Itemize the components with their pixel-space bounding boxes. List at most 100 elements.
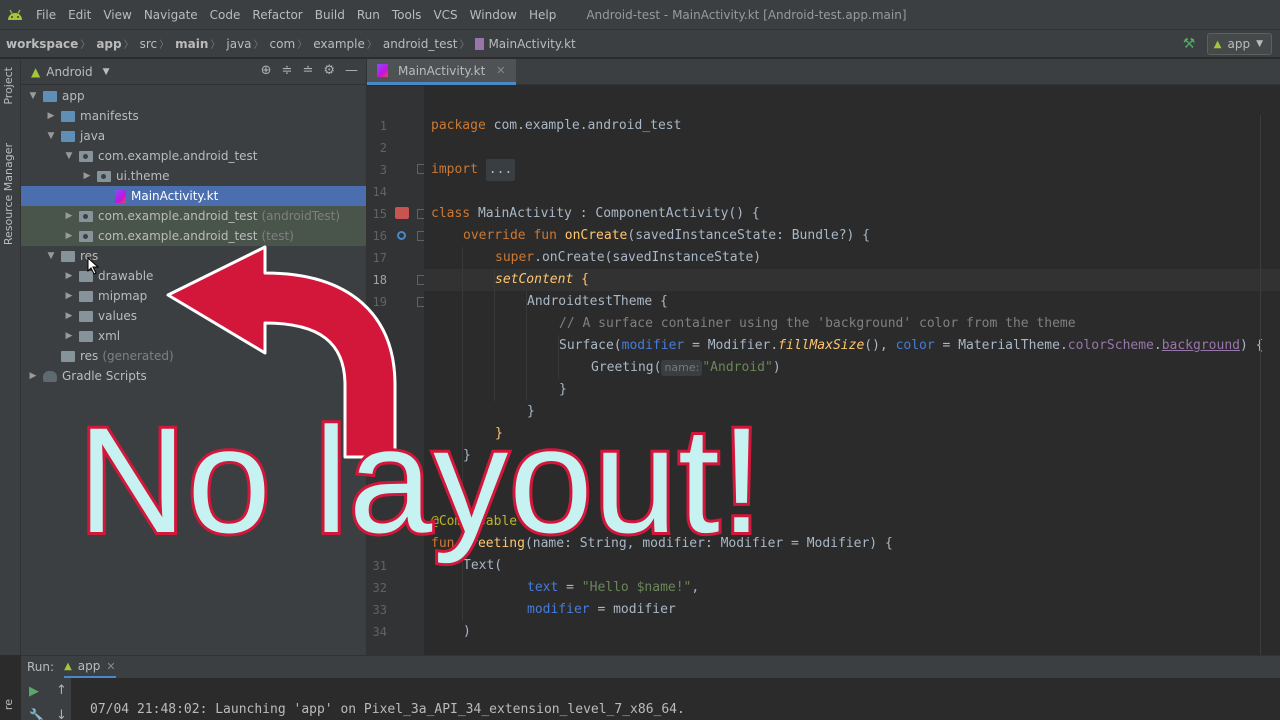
tab-bottom[interactable]: re bbox=[2, 699, 15, 710]
tree-item-suffix: (test) bbox=[261, 229, 294, 243]
chevron-right-icon[interactable]: ▶ bbox=[63, 271, 75, 281]
play-icon[interactable]: ▶ bbox=[29, 684, 39, 699]
menu-tools[interactable]: Tools bbox=[386, 0, 428, 30]
breadcrumb-java[interactable]: java bbox=[220, 37, 253, 51]
tree-item-ui-theme[interactable]: ▶ ui.theme bbox=[21, 166, 366, 186]
package-icon bbox=[79, 210, 93, 222]
menu-code[interactable]: Code bbox=[204, 0, 247, 30]
menu-refactor[interactable]: Refactor bbox=[246, 0, 308, 30]
gear-icon[interactable]: ⚙ bbox=[323, 63, 335, 78]
close-icon[interactable]: ✕ bbox=[496, 64, 505, 77]
chevron-down-icon[interactable]: ▼ bbox=[27, 91, 39, 101]
tab-project[interactable]: Project bbox=[2, 67, 15, 105]
folder-icon bbox=[61, 130, 75, 142]
override-gutter-icon[interactable] bbox=[397, 231, 406, 240]
tree-item-package-androidtest[interactable]: ▶ com.example.android_test (androidTest) bbox=[21, 206, 366, 226]
menu-run[interactable]: Run bbox=[351, 0, 386, 30]
run-toolbar: ▶ ↑ 🔧 ↓ bbox=[21, 678, 71, 720]
tree-item-manifests[interactable]: ▶ manifests bbox=[21, 106, 366, 126]
locate-icon[interactable]: ⊕ bbox=[261, 63, 272, 78]
line-number: 16 bbox=[372, 229, 387, 243]
breadcrumb-app[interactable]: app bbox=[90, 37, 123, 51]
run-gutter-icon[interactable] bbox=[395, 207, 409, 219]
project-view-selector[interactable]: Android bbox=[46, 65, 92, 79]
tab-bottom-label: re bbox=[2, 699, 15, 711]
folder-icon bbox=[61, 110, 75, 122]
tree-item-label: com.example.android_test bbox=[98, 209, 258, 223]
chevron-down-icon[interactable]: ▼ bbox=[103, 67, 110, 77]
run-tab-app[interactable]: ▲ app ✕ bbox=[64, 656, 116, 678]
breadcrumb-example[interactable]: example bbox=[307, 37, 367, 51]
breadcrumb-workspace[interactable]: workspace bbox=[0, 37, 80, 51]
editor-tab-bar: MainActivity.kt ✕ bbox=[367, 59, 1280, 85]
chevron-down-icon[interactable]: ▼ bbox=[45, 131, 57, 141]
chevron-right-icon[interactable]: ▶ bbox=[63, 291, 75, 301]
minimize-icon[interactable]: — bbox=[345, 63, 358, 78]
menu-bar: File Edit View Navigate Code Refactor Bu… bbox=[0, 0, 1280, 30]
hammer-icon[interactable]: ⚒ bbox=[1183, 36, 1199, 52]
chevron-right-icon[interactable]: ▶ bbox=[63, 331, 75, 341]
overlay-caption: No layout! bbox=[75, 396, 765, 564]
chevron-right-icon[interactable]: ▶ bbox=[63, 211, 75, 221]
breadcrumb-main[interactable]: main bbox=[169, 37, 210, 51]
gutter-top-padding bbox=[367, 86, 424, 115]
code-line-17: super.onCreate(savedInstanceState) bbox=[495, 250, 762, 265]
menu-vcs[interactable]: VCS bbox=[427, 0, 463, 30]
breadcrumb-android-test[interactable]: android_test bbox=[377, 37, 460, 51]
chevron-down-icon[interactable]: ▼ bbox=[63, 151, 75, 161]
module-folder-icon bbox=[43, 90, 57, 102]
menu-file[interactable]: File bbox=[30, 0, 62, 30]
breadcrumb-com[interactable]: com bbox=[264, 37, 298, 51]
wrench-icon[interactable]: 🔧 bbox=[29, 708, 44, 720]
run-toolbar-right: ⚒ ▲ app ▼ bbox=[1183, 33, 1272, 55]
tree-item-label: mipmap bbox=[98, 289, 148, 303]
chevron-right-icon[interactable]: ▶ bbox=[63, 231, 75, 241]
indent-guide bbox=[462, 577, 463, 621]
chevron-right-icon[interactable]: ▶ bbox=[63, 311, 75, 321]
code-editor[interactable]: package com.example.android_test import … bbox=[424, 115, 1280, 655]
breadcrumb: workspace 〉 app 〉 src 〉 main 〉 java 〉 com 〉 ex… bbox=[0, 30, 1280, 58]
menu-help[interactable]: Help bbox=[523, 0, 562, 30]
package-icon bbox=[79, 150, 93, 162]
chevron-down-icon[interactable]: ▼ bbox=[45, 251, 57, 261]
code-line-19: AndroidtestTheme { bbox=[527, 294, 668, 309]
code-line-34: ) bbox=[463, 624, 471, 639]
tree-item-mainactivity[interactable]: MainActivity.kt bbox=[21, 186, 366, 206]
tab-resource-manager[interactable]: Resource Manager bbox=[2, 143, 15, 245]
menu-view[interactable]: View bbox=[97, 0, 137, 30]
kotlin-file-icon bbox=[377, 64, 388, 77]
expand-all-icon[interactable]: ≑ bbox=[282, 63, 293, 78]
breadcrumb-mainactivity[interactable]: MainActivity.kt bbox=[469, 37, 577, 51]
tree-item-package-test[interactable]: ▶ com.example.android_test (test) bbox=[21, 226, 366, 246]
arrow-up-icon[interactable]: ↑ bbox=[56, 683, 67, 698]
line-number: 34 bbox=[372, 625, 387, 639]
tree-item-package-main[interactable]: ▼ com.example.android_test bbox=[21, 146, 366, 166]
close-icon[interactable]: ✕ bbox=[106, 660, 115, 673]
breadcrumb-mainactivity-label: MainActivity.kt bbox=[488, 36, 576, 51]
android-studio-logo-icon bbox=[0, 0, 30, 30]
chevron-right-icon[interactable]: ▶ bbox=[45, 111, 57, 121]
line-number: 1 bbox=[379, 119, 387, 133]
line-number: 32 bbox=[372, 581, 387, 595]
breadcrumb-src[interactable]: src bbox=[134, 37, 160, 51]
collapse-all-icon[interactable]: ≐ bbox=[302, 63, 313, 78]
editor-top-padding bbox=[367, 86, 1280, 115]
menu-window[interactable]: Window bbox=[464, 0, 523, 30]
line-number: 14 bbox=[372, 185, 387, 199]
chevron-right-icon[interactable]: ▶ bbox=[81, 171, 93, 181]
kotlin-file-icon bbox=[475, 37, 485, 50]
chevron-right-icon[interactable]: ▶ bbox=[27, 371, 39, 381]
tree-item-java[interactable]: ▼ java bbox=[21, 126, 366, 146]
chevron-right-icon: 〉 bbox=[210, 40, 221, 51]
tree-item-app[interactable]: ▼ app bbox=[21, 86, 366, 106]
run-config-selector[interactable]: ▲ app ▼ bbox=[1206, 33, 1272, 55]
tool-window-strip: Project Resource Manager re bbox=[0, 59, 21, 710]
menu-build[interactable]: Build bbox=[309, 0, 351, 30]
tab-mainactivity[interactable]: MainActivity.kt ✕ bbox=[367, 59, 516, 85]
package-icon bbox=[79, 230, 93, 242]
code-line-32: text = "Hello $name!", bbox=[527, 580, 700, 595]
run-tab-label: app bbox=[77, 659, 101, 673]
menu-edit[interactable]: Edit bbox=[62, 0, 97, 30]
menu-navigate[interactable]: Navigate bbox=[138, 0, 204, 30]
arrow-down-icon[interactable]: ↓ bbox=[56, 708, 67, 720]
